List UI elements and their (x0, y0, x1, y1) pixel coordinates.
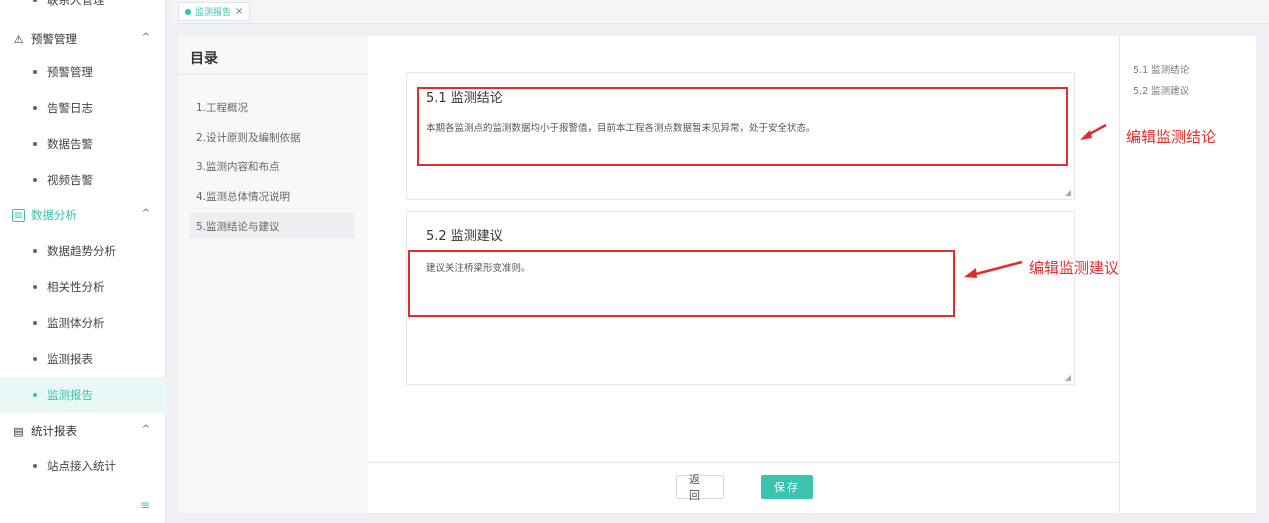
resize-handle-icon[interactable]: ◢ (1065, 188, 1071, 197)
sidebar-item-label: 监测报表 (47, 352, 93, 366)
toc-item[interactable]: 2.设计原则及编制依据 (190, 124, 354, 150)
save-button[interactable]: 保存 (761, 475, 813, 499)
sidebar-item-station-stats[interactable]: 站点接入统计 (0, 448, 166, 484)
annotation-box-conclusion (417, 87, 1068, 166)
tab-label: 监测报告 (195, 8, 232, 18)
sidebar-item-label: 数据告警 (47, 137, 93, 151)
sidebar-item-label: 数据趋势分析 (47, 244, 116, 258)
toc-title: 目录 (190, 51, 218, 67)
bullet-icon (33, 249, 37, 253)
annotation-arrow-icon (1080, 123, 1107, 140)
sidebar-item-video-alert[interactable]: 视频告警 (0, 162, 166, 198)
toc-item[interactable]: 4.监测总体情况说明 (190, 183, 354, 209)
sidebar-item-trend[interactable]: 数据趋势分析 (0, 233, 166, 269)
sidebar-item-alert-manage[interactable]: 预警管理 (0, 54, 166, 90)
sidebar-item-label: 监测报告 (47, 388, 93, 402)
annotation-box-suggestion (408, 250, 955, 317)
right-toc-panel: 5.1 监测结论 5.2 监测建议 (1119, 36, 1256, 513)
sidebar-item-label: 预警管理 (47, 65, 93, 79)
alarm-icon: ⚠ (13, 32, 24, 46)
editor-footer: 返回 保存 (368, 462, 1119, 513)
toc-panel: 目录 1.工程概况 2.设计原则及编制依据 3.监测内容和布点 4.监测总体情况… (178, 36, 368, 513)
right-toc-item[interactable]: 5.2 监测建议 (1133, 83, 1189, 97)
sidebar-item-monitor-table[interactable]: 监测报表 (0, 341, 166, 377)
chart-icon: ▥ (12, 208, 25, 222)
bullet-icon (33, 178, 37, 182)
active-dot-icon (185, 8, 191, 15)
sidebar: 联系人管理 ⚠ 预警管理 ^ 预警管理 告警日志 数据告警 视频告警 ▥ 数据分… (0, 0, 166, 523)
sidebar-item-label: 相关性分析 (47, 280, 105, 294)
sidebar-item-label: 告警日志 (47, 101, 93, 115)
annotation-arrow-icon (964, 260, 1023, 278)
sidebar-item-label: 监测体分析 (47, 316, 105, 330)
sidebar-group-label: 预警管理 (31, 32, 77, 46)
close-icon[interactable]: × (235, 6, 243, 17)
bullet-icon (33, 106, 37, 110)
sidebar-item-body-analysis[interactable]: 监测体分析 (0, 305, 166, 341)
toc-item[interactable]: 3.监测内容和布点 (190, 153, 354, 179)
tab-bar: 监测报告 × (172, 0, 1269, 24)
sidebar-group-alerts[interactable]: ⚠ 预警管理 ^ (0, 24, 166, 54)
sidebar-item-monitor-report[interactable]: 监测报告 (0, 377, 166, 413)
divider (178, 74, 368, 75)
sidebar-item-label: 站点接入统计 (47, 459, 116, 473)
tab-monitor-report[interactable]: 监测报告 × (178, 2, 251, 21)
bullet-icon (33, 464, 37, 468)
bullet-icon (33, 321, 37, 325)
bullet-icon (33, 0, 37, 2)
bullet-icon (33, 285, 37, 289)
bullet-icon (33, 393, 37, 397)
right-toc-item[interactable]: 5.1 监测结论 (1133, 62, 1189, 76)
toc-item[interactable]: 1.工程概况 (190, 94, 354, 120)
section-title: 5.2 监测建议 (426, 229, 503, 244)
annotation-conclusion-label: 编辑监测结论 (1126, 128, 1217, 146)
toc-item-active[interactable]: 5.监测结论与建议 (190, 213, 354, 239)
sidebar-group-label: 数据分析 (31, 208, 77, 222)
bullet-icon (33, 357, 37, 361)
sidebar-item-label: 视频告警 (47, 173, 93, 187)
chevron-up-icon: ^ (141, 208, 150, 219)
chevron-up-icon: ^ (141, 32, 150, 43)
report-icon: ▤ (13, 424, 24, 438)
sidebar-item-correlation[interactable]: 相关性分析 (0, 269, 166, 305)
sidebar-item-contacts[interactable]: 联系人管理 (0, 0, 166, 18)
annotation-suggestion-label: 编辑监测建议 (1029, 259, 1120, 277)
bullet-icon (33, 70, 37, 74)
chevron-up-icon: ^ (141, 424, 150, 435)
back-button[interactable]: 返回 (676, 473, 724, 502)
resize-handle-icon[interactable]: ◢ (1065, 373, 1071, 382)
sidebar-group-statistics[interactable]: ▤ 统计报表 ^ (0, 416, 166, 446)
bullet-icon (33, 142, 37, 146)
sidebar-group-analysis[interactable]: ▥ 数据分析 ^ (0, 200, 166, 230)
collapse-menu-icon[interactable]: ≡ (138, 498, 152, 512)
sidebar-item-alert-log[interactable]: 告警日志 (0, 90, 166, 126)
sidebar-group-label: 统计报表 (31, 424, 77, 438)
sidebar-item-label: 联系人管理 (47, 0, 105, 7)
sidebar-item-data-alert[interactable]: 数据告警 (0, 126, 166, 162)
